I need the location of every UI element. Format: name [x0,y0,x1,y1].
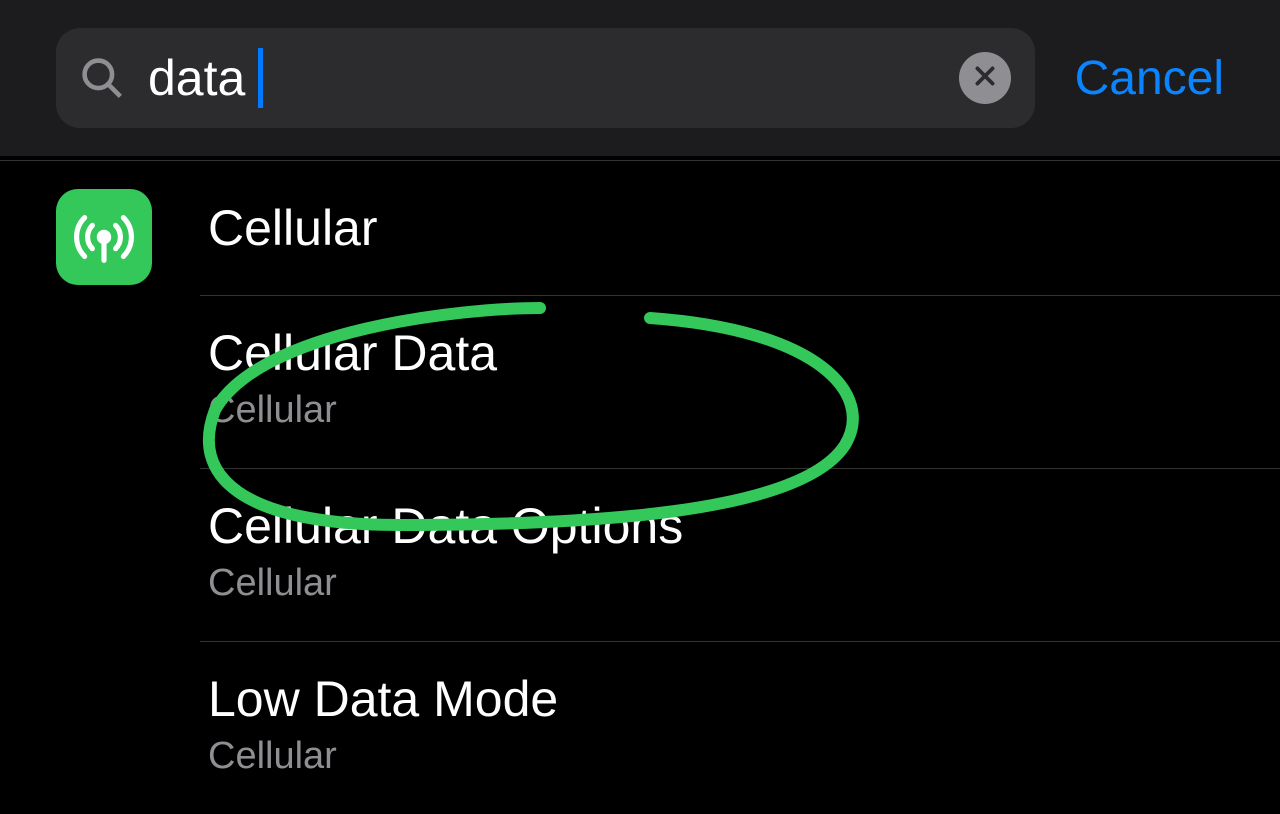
result-cellular-data-options[interactable]: Cellular Data Options Cellular [200,468,1280,641]
cellular-icon [56,189,152,285]
cancel-button[interactable]: Cancel [1075,51,1224,106]
text-cursor [258,48,263,108]
clear-search-button[interactable] [959,52,1011,104]
result-subtitle: Cellular [208,735,1280,778]
search-icon [80,56,124,100]
search-field[interactable] [56,28,1035,128]
section-header: Cellular [200,161,1280,295]
result-title: Low Data Mode [208,672,1280,727]
section-content: Cellular Cellular Data Cellular Cellular… [200,161,1280,814]
search-input[interactable] [148,49,935,107]
result-low-data-mode[interactable]: Low Data Mode Cellular [200,641,1280,814]
search-bar: Cancel [0,0,1280,156]
result-title: Cellular Data Options [208,499,1280,554]
close-icon [972,63,998,94]
results-section-cellular: Cellular Cellular Data Cellular Cellular… [0,161,1280,814]
result-subtitle: Cellular [208,562,1280,605]
search-results: Cellular Cellular Data Cellular Cellular… [0,156,1280,814]
result-cellular-data[interactable]: Cellular Data Cellular [200,295,1280,468]
search-input-wrap [148,49,935,107]
result-title: Cellular Data [208,326,1280,381]
result-subtitle: Cellular [208,389,1280,432]
